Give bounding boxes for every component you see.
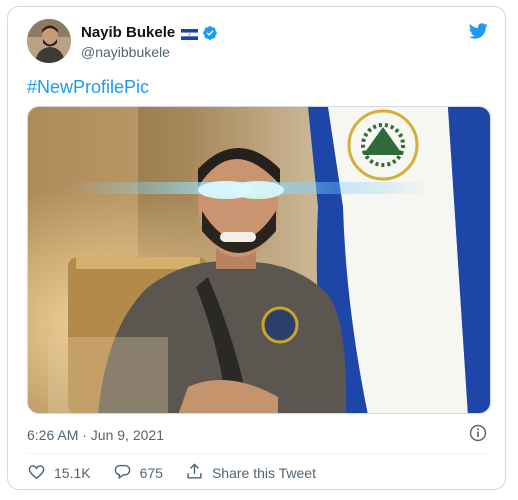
hashtag-link[interactable]: #NewProfilePic <box>27 77 149 98</box>
tweet-photo[interactable] <box>27 106 491 414</box>
tweet-timestamp[interactable]: 6:26 AM · Jun 9, 2021 <box>27 427 164 443</box>
like-button[interactable]: 15.1K <box>27 462 91 484</box>
author-name[interactable]: Nayib Bukele <box>81 24 175 41</box>
author-name-row[interactable]: Nayib Bukele <box>81 24 218 41</box>
avatar[interactable] <box>27 19 71 63</box>
reply-button[interactable]: 675 <box>113 462 163 484</box>
tweet-card: Nayib Bukele @nayibbukele #NewProfilePic <box>7 6 506 490</box>
like-count: 15.1K <box>54 465 91 481</box>
verified-badge-icon <box>202 25 218 41</box>
divider <box>27 453 486 454</box>
share-label: Share this Tweet <box>211 465 316 481</box>
heart-icon <box>27 462 46 484</box>
twitter-bird-icon[interactable] <box>467 21 489 41</box>
share-button[interactable]: Share this Tweet <box>185 462 316 484</box>
author-handle[interactable]: @nayibbukele <box>81 44 170 60</box>
share-icon <box>185 462 204 484</box>
tweet-actions: 15.1K 675 Share this Tweet <box>27 462 338 484</box>
reply-count: 675 <box>139 465 163 481</box>
el-salvador-flag-icon <box>181 27 199 40</box>
info-icon[interactable] <box>469 424 487 442</box>
reply-icon <box>113 462 132 484</box>
